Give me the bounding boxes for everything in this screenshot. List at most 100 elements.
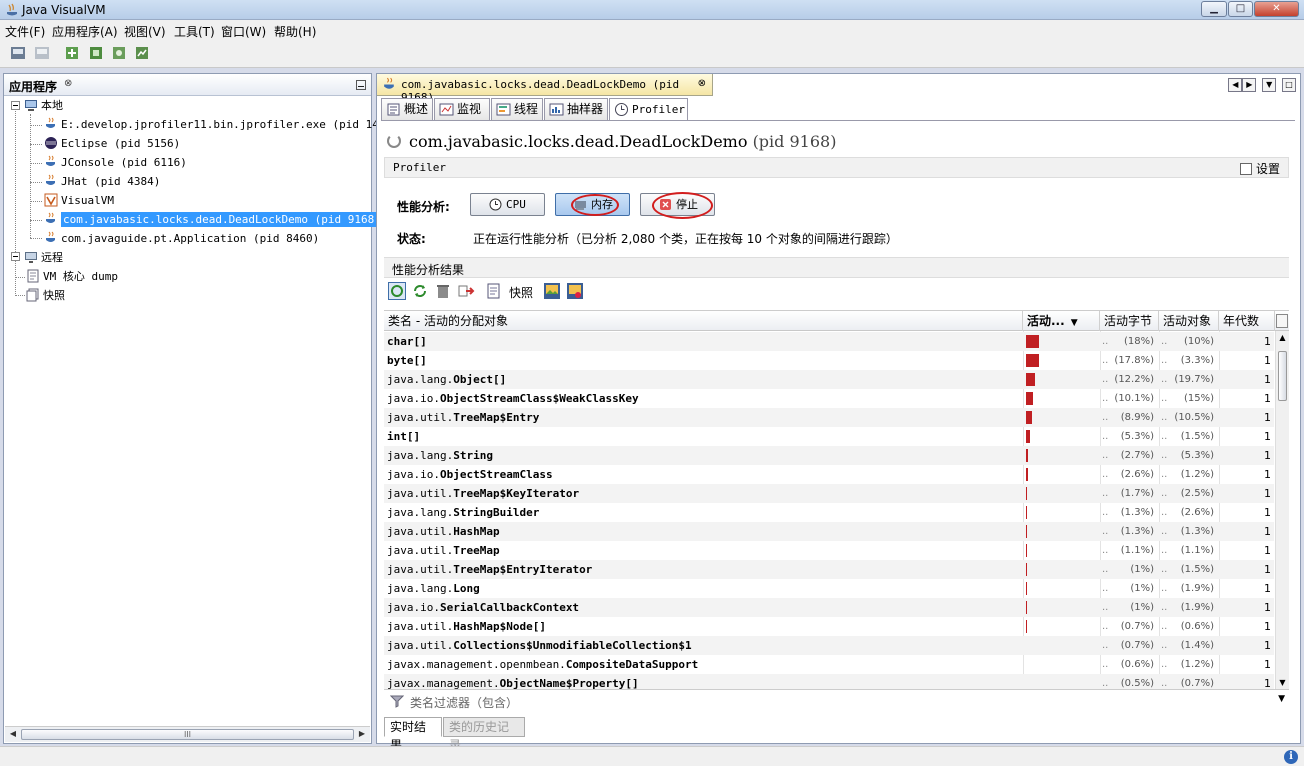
tab-list-dropdown-icon[interactable]: ▼ [1262,78,1277,92]
add-remote-host-icon[interactable] [87,44,105,62]
tree-expander-local[interactable] [11,101,20,110]
menu-tools[interactable]: 工具(T) [174,23,215,40]
document-tab[interactable]: com.javabasic.locks.dead.DeadLockDemo (p… [377,74,713,104]
tab-overview[interactable]: 概述 [381,98,433,120]
load-snapshot-icon[interactable] [9,44,27,62]
scrollbar-thumb[interactable]: III [21,729,354,740]
table-row[interactable]: java.io.SerialCallbackContext.. (1%).. (1.… [384,598,1274,617]
table-row[interactable]: int[].. (5.3%).. (1.5%) 1 [384,427,1274,446]
column-header-live-objects[interactable]: 活动对象 [1159,311,1219,331]
table-row[interactable]: java.io.ObjectStreamClass$WeakClassKey..… [384,389,1274,408]
dump-heap-icon[interactable] [457,282,475,300]
snapshot-label[interactable]: 快照 [509,284,533,301]
column-header-live-sorted[interactable]: 活动... ▼ [1023,311,1100,331]
auto-refresh-icon[interactable] [388,282,406,300]
snapshot-icon[interactable] [485,282,503,300]
table-row[interactable]: java.util.TreeMap.. (1.1%).. (1.1%) 1 [384,541,1274,560]
tree-node-app[interactable]: JConsole (pid 6116) [44,153,187,172]
menu-help[interactable]: 帮助(H) [274,23,316,40]
column-chooser-icon[interactable] [1276,314,1288,328]
scroll-down-arrow-icon[interactable]: ▼ [1276,678,1289,687]
vertical-scrollbar[interactable]: ▲ ▼ [1275,331,1289,689]
add-vm-coredump-icon[interactable] [110,44,128,62]
menu-view[interactable]: 视图(V) [124,23,166,40]
minimize-panel-icon[interactable] [356,80,366,90]
tab-scroll-right-icon[interactable]: ▶ [1242,78,1257,92]
menu-applications[interactable]: 应用程序(A) [52,23,118,40]
column-header-class-name[interactable]: 类名 - 活动的分配对象 [384,311,1023,331]
tree-node-app[interactable]: JHat (pid 4384) [44,172,160,191]
add-snapshot-icon[interactable] [133,44,151,62]
tab-monitor[interactable]: 监视 [434,98,490,120]
tree-node-local[interactable]: 本地 [24,96,63,115]
filter-funnel-icon[interactable] [390,694,404,708]
tree-node-app[interactable]: Eclipse (pid 5156) [44,134,180,153]
add-jmx-connection-icon[interactable] [63,44,81,62]
scrollbar-thumb[interactable] [1278,351,1287,401]
class-simple-name: HashMap [453,525,500,538]
close-window-button[interactable]: ✕ [1254,1,1299,17]
tree-guide [30,125,42,126]
scroll-left-arrow-icon[interactable]: ◀ [7,729,19,738]
tab-sampler[interactable]: 抽样器 [544,98,608,120]
cpu-profile-button[interactable]: CPU [470,193,545,216]
tab-live-results[interactable]: 实时结果 [384,717,442,752]
table-row[interactable]: java.lang.StringBuilder.. (1.3%).. (2.6%) 1 [384,503,1274,522]
table-row[interactable]: javax.management.openmbean.CompositeData… [384,655,1274,674]
tree-node-snapshots[interactable]: 快照 [26,286,65,305]
table-row[interactable]: java.util.HashMap.. (1.3%).. (1.3%) 1 [384,522,1274,541]
table-row[interactable]: java.util.TreeMap$KeyIterator.. (1.7%).. (… [384,484,1274,503]
settings-checkbox[interactable]: 设置 [1239,160,1280,177]
notifications-info-icon[interactable]: i [1284,750,1298,764]
table-row[interactable]: char[].. (18%).. (10%) 1 [384,332,1274,351]
tree-node-app[interactable]: com.javaguide.pt.Application (pid 8460) [44,229,319,248]
minimize-button[interactable]: ▁ [1201,1,1227,17]
tab-profiler[interactable]: Profiler [609,98,688,121]
tree-node-app[interactable]: VisualVM [44,191,114,210]
maximize-document-icon[interactable]: □ [1282,78,1296,92]
refresh-icon[interactable] [411,282,429,300]
tree-node-app[interactable]: E:.develop.jprofiler11.bin.jprofiler.exe… [44,115,399,134]
menu-window[interactable]: 窗口(W) [221,23,266,40]
table-row[interactable]: java.util.TreeMap$EntryIterator.. (1%).. (… [384,560,1274,579]
table-row[interactable]: java.util.Collections$UnmodifiableCollec… [384,636,1274,655]
save-icon[interactable] [33,44,51,62]
reset-trash-icon[interactable] [434,282,452,300]
export-image-icon[interactable] [543,282,561,300]
class-filter-bar[interactable]: 类名过滤器（包含） ▼ [384,689,1289,711]
horizontal-scrollbar[interactable]: ◀ III ▶ [5,726,370,742]
table-row[interactable]: java.io.ObjectStreamClass.. (2.6%).. (1.2%… [384,465,1274,484]
class-name-cell: int[] [387,427,1019,446]
column-header-live-bytes[interactable]: 活动字节 [1100,311,1159,331]
table-row[interactable]: java.lang.String.. (2.7%).. (5.3%) 1 [384,446,1274,465]
table-row[interactable]: java.lang.Long.. (1%).. (1.9%) 1 [384,579,1274,598]
tab-class-history[interactable]: 类的历史记录 [443,717,525,752]
menu-file[interactable]: 文件(F) [5,23,45,40]
tree-node-remote[interactable]: 远程 [24,248,63,267]
tab-threads[interactable]: 线程 [491,98,543,120]
class-filter-input[interactable]: 类名过滤器（包含） [410,694,518,711]
table-row[interactable]: java.util.TreeMap$Entry.. (8.9%).. (10.5%)… [384,408,1274,427]
class-name-cell: java.util.TreeMap$Entry [387,408,1019,427]
tree-node-app-selected[interactable]: com.javabasic.locks.dead.DeadLockDemo (p… [44,210,383,229]
table-row[interactable]: byte[].. (17.8%).. (3.3%) 1 [384,351,1274,370]
tab-scroll-left-icon[interactable]: ◀ [1228,78,1243,92]
filter-dropdown-icon[interactable]: ▼ [1278,694,1285,704]
column-header-generations[interactable]: 年代数 [1219,311,1275,331]
class-simple-name: HashMap$Node[] [453,620,546,633]
live-objects-cell: .. (2.6%) [1159,503,1216,522]
table-row[interactable]: java.lang.Object[].. (12.2%).. (19.7%) 1 [384,370,1274,389]
save-image-icon[interactable] [566,282,584,300]
scroll-up-arrow-icon[interactable]: ▲ [1276,333,1289,342]
maximize-button[interactable]: □ [1228,1,1253,17]
live-bar-cell [1023,503,1096,522]
tree-expander-remote[interactable] [11,252,20,261]
settings-checkbox-box[interactable] [1239,163,1252,175]
tree-guide [30,182,42,183]
tree-node-coredump[interactable]: VM 核心 dump [26,267,118,286]
percent-value: (0.7%) [1120,640,1154,651]
close-panel-icon[interactable]: ⊗ [64,78,72,89]
close-tab-icon[interactable]: ⊗ [698,78,706,89]
scroll-right-arrow-icon[interactable]: ▶ [356,729,368,738]
table-row[interactable]: java.util.HashMap$Node[].. (0.7%).. (0.6%)… [384,617,1274,636]
